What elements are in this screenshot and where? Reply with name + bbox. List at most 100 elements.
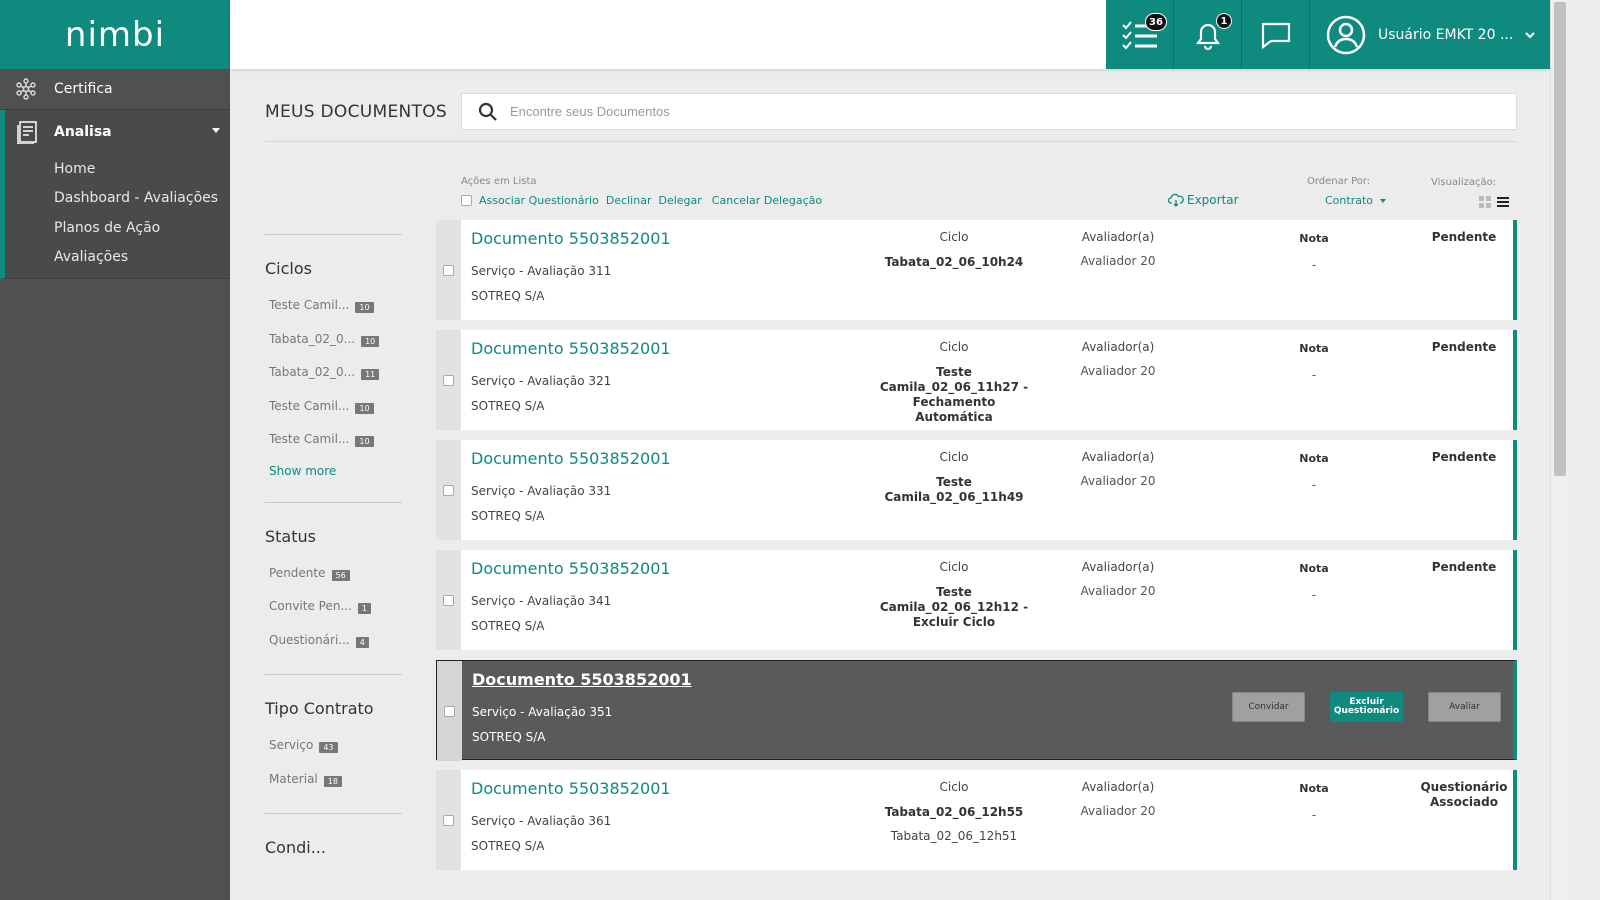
select-all-checkbox[interactable] xyxy=(461,195,472,206)
cancelar-delegacao-link[interactable]: Cancelar Delegação xyxy=(712,194,822,207)
card-checkbox[interactable] xyxy=(444,705,455,717)
user-avatar-icon xyxy=(1326,15,1366,54)
filter-label: Convite Pen... xyxy=(269,599,352,613)
sidebar-item-certifica[interactable]: Certifica xyxy=(0,69,230,110)
nota-value: - xyxy=(1311,258,1317,272)
filter-item[interactable]: Pendente 56 xyxy=(265,566,402,600)
service-label: Serviço - Avaliação 321 xyxy=(471,374,612,388)
scrollbar-thumb[interactable] xyxy=(1554,2,1566,476)
sidebar-subitem-home[interactable]: Home xyxy=(5,154,230,184)
avaliador-value: Avaliador 20 xyxy=(1080,584,1156,598)
filter-title-ciclos: Ciclos xyxy=(265,259,312,278)
order-dropdown[interactable]: Contrato xyxy=(1325,194,1386,207)
export-button[interactable]: Exportar xyxy=(1168,193,1239,207)
document-card[interactable]: Documento 5503852001 Serviço - Avaliação… xyxy=(436,550,1517,650)
company-label: SOTREQ S/A xyxy=(471,839,545,853)
sidebar-subitem-planos[interactable]: Planos de Ação xyxy=(5,213,230,243)
document-card[interactable]: Documento 5503852001 Serviço - Avaliação… xyxy=(436,770,1517,870)
filter-item[interactable]: Tabata_02_0... 11 xyxy=(265,365,402,399)
filter-label: Material xyxy=(269,771,318,786)
document-title[interactable]: Documento 5503852001 xyxy=(471,339,671,358)
filter-label: Teste Camil... xyxy=(269,398,350,413)
status-label: Pendente xyxy=(1431,450,1497,464)
report-icon xyxy=(16,120,40,144)
document-card-hovered[interactable]: Documento 5503852001 Serviço - Avaliação… xyxy=(436,660,1517,761)
nimbi-logo[interactable]: nimbi xyxy=(65,15,165,55)
document-title[interactable]: Documento 5503852001 xyxy=(472,670,692,689)
messages-button[interactable] xyxy=(1242,0,1310,69)
filter-item[interactable]: Teste Camil... 10 xyxy=(265,399,402,433)
search-icon xyxy=(478,102,497,121)
filter-label: Pendente xyxy=(269,565,326,580)
bulk-actions: Associar Questionário Declinar Delegar C… xyxy=(461,194,822,207)
card-checkbox[interactable] xyxy=(443,374,454,386)
card-checkbox[interactable] xyxy=(443,264,454,276)
filter-item[interactable]: Questionári... 4 xyxy=(265,633,402,667)
document-title[interactable]: Documento 5503852001 xyxy=(471,449,671,468)
ciclo-label: Ciclo xyxy=(939,560,969,574)
caret-down-icon[interactable] xyxy=(212,128,220,133)
card-checkbox[interactable] xyxy=(443,484,454,496)
filter-item[interactable]: Teste Camil... 10 xyxy=(265,432,402,466)
ciclo-value: Teste Camila_02_06_11h27 - Fechamento Au… xyxy=(879,365,1029,424)
associar-questionario-link[interactable]: Associar Questionário xyxy=(479,194,599,207)
sidebar-subitem-dashboard[interactable]: Dashboard - Avaliações xyxy=(5,184,230,214)
filter-item[interactable]: Convite Pen... 1 xyxy=(265,599,402,633)
view-toggle xyxy=(1479,196,1509,208)
filter-title-next: Condi... xyxy=(265,838,326,857)
notifications-button[interactable]: 1 xyxy=(1174,0,1242,69)
filter-count: 1 xyxy=(357,603,371,614)
status-label: Questionário Associado xyxy=(1420,780,1508,809)
divider xyxy=(265,501,402,503)
page-scrollbar[interactable] xyxy=(1550,0,1568,900)
document-card[interactable]: Documento 5503852001 Serviço - Avaliação… xyxy=(436,440,1517,540)
declinar-link[interactable]: Declinar xyxy=(606,194,652,207)
document-title[interactable]: Documento 5503852001 xyxy=(471,229,671,248)
document-title[interactable]: Documento 5503852001 xyxy=(471,779,671,798)
search-box[interactable] xyxy=(461,93,1517,130)
logo-area[interactable]: nimbi xyxy=(0,0,230,69)
convidar-button[interactable]: Convidar xyxy=(1232,692,1305,722)
show-more-link[interactable]: Show more xyxy=(265,464,402,478)
status-label: Pendente xyxy=(1431,560,1497,574)
search-input[interactable] xyxy=(510,104,1410,119)
card-checkbox[interactable] xyxy=(443,594,454,606)
card-checkbox[interactable] xyxy=(443,814,454,826)
filter-item[interactable]: Material 18 xyxy=(265,772,402,806)
avaliador-label: Avaliador(a) xyxy=(1081,780,1155,794)
divider xyxy=(265,234,402,235)
ciclo-value-secondary: Tabata_02_06_12h51 xyxy=(890,829,1018,843)
document-card[interactable]: Documento 5503852001 Serviço - Avaliação… xyxy=(436,220,1517,320)
divider xyxy=(265,674,402,675)
company-label: SOTREQ S/A xyxy=(471,509,545,523)
list-view-icon[interactable] xyxy=(1497,196,1509,208)
sidebar-item-analisa[interactable]: Analisa xyxy=(5,110,230,154)
avaliador-value: Avaliador 20 xyxy=(1080,364,1156,378)
filter-label: Tabata_02_0... xyxy=(269,331,356,346)
sidebar-subitem-avaliacoes[interactable]: Avaliações xyxy=(5,243,230,273)
filter-count: 10 xyxy=(355,436,374,447)
avaliador-value: Avaliador 20 xyxy=(1080,474,1156,488)
filter-item[interactable]: Teste Camil... 10 xyxy=(265,298,402,332)
avaliador-value: Avaliador 20 xyxy=(1080,804,1156,818)
document-card[interactable]: Documento 5503852001 Serviço - Avaliação… xyxy=(436,330,1517,430)
service-label: Serviço - Avaliação 351 xyxy=(472,705,613,719)
user-menu[interactable]: Usuário EMKT 20 ... xyxy=(1310,0,1550,69)
filter-label: Teste Camil... xyxy=(269,432,350,446)
company-label: SOTREQ S/A xyxy=(471,289,545,303)
ciclo-label: Ciclo xyxy=(939,780,969,794)
document-title[interactable]: Documento 5503852001 xyxy=(471,559,671,578)
delegar-link[interactable]: Delegar xyxy=(658,194,701,207)
avaliar-button[interactable]: Avaliar xyxy=(1428,692,1501,722)
company-label: SOTREQ S/A xyxy=(471,399,545,413)
grid-view-icon[interactable] xyxy=(1479,196,1491,208)
cloud-download-icon xyxy=(1168,193,1184,207)
filter-item[interactable]: Tabata_02_0... 10 xyxy=(265,332,402,366)
chat-icon xyxy=(1261,22,1290,49)
nota-value: - xyxy=(1311,588,1317,602)
ciclo-label: Ciclo xyxy=(939,230,969,244)
excluir-questionario-button[interactable]: Excluir Questionário xyxy=(1330,692,1403,722)
filter-item[interactable]: Serviço 43 xyxy=(265,738,402,772)
tasks-button[interactable]: 36 xyxy=(1106,0,1174,69)
filter-count: 10 xyxy=(355,302,374,313)
